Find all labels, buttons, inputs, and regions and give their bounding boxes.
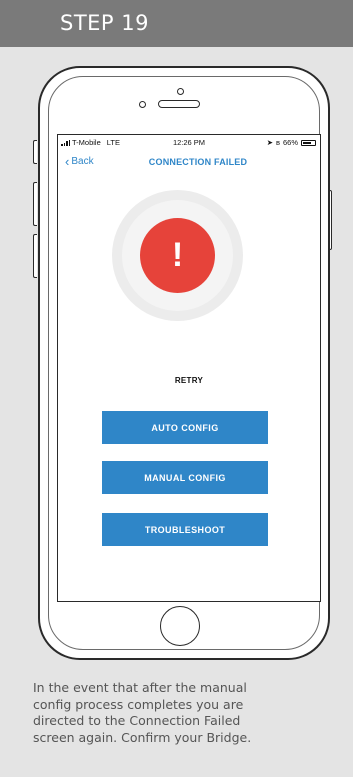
home-button	[160, 606, 200, 646]
caption-line: directed to the Connection Failed	[33, 713, 241, 728]
status-indicators: ➤ ʙ 66%	[267, 138, 316, 147]
instruction-caption: In the event that after the manual confi…	[33, 680, 338, 746]
alert-ring: !	[112, 190, 243, 321]
nav-bar: ‹ Back CONNECTION FAILED	[58, 151, 320, 173]
location-icon: ➤	[266, 138, 273, 147]
step-label: STEP 19	[60, 11, 149, 35]
caption-line: In the event that after the manual	[33, 680, 247, 695]
camera-icon	[177, 88, 184, 95]
status-bar: T-Mobile LTE 12:26 PM ➤ ʙ 66%	[58, 135, 320, 149]
caption-line: config process completes you are	[33, 696, 244, 712]
phone-screen: T-Mobile LTE 12:26 PM ➤ ʙ 66% ‹ Back CON…	[57, 134, 321, 602]
speaker-icon	[158, 100, 200, 108]
volume-down-button	[33, 234, 37, 278]
manual-config-button[interactable]: MANUAL CONFIG	[102, 461, 268, 494]
sensor-icon	[139, 101, 146, 108]
mute-switch	[33, 140, 37, 164]
retry-link[interactable]: RETRY	[58, 376, 320, 385]
page-title: CONNECTION FAILED	[148, 157, 248, 167]
troubleshoot-button[interactable]: TROUBLESHOOT	[102, 513, 268, 546]
exclamation-icon: !	[140, 218, 215, 293]
step-header: STEP 19	[0, 0, 353, 47]
alert-ring-inner: !	[122, 200, 233, 311]
bluetooth-icon: ʙ	[276, 138, 280, 147]
battery-percent: 66%	[282, 138, 298, 147]
auto-config-button[interactable]: AUTO CONFIG	[102, 411, 268, 444]
battery-icon	[301, 139, 316, 146]
volume-up-button	[33, 182, 37, 226]
caption-line: screen again. Confirm your Bridge.	[33, 729, 252, 745]
